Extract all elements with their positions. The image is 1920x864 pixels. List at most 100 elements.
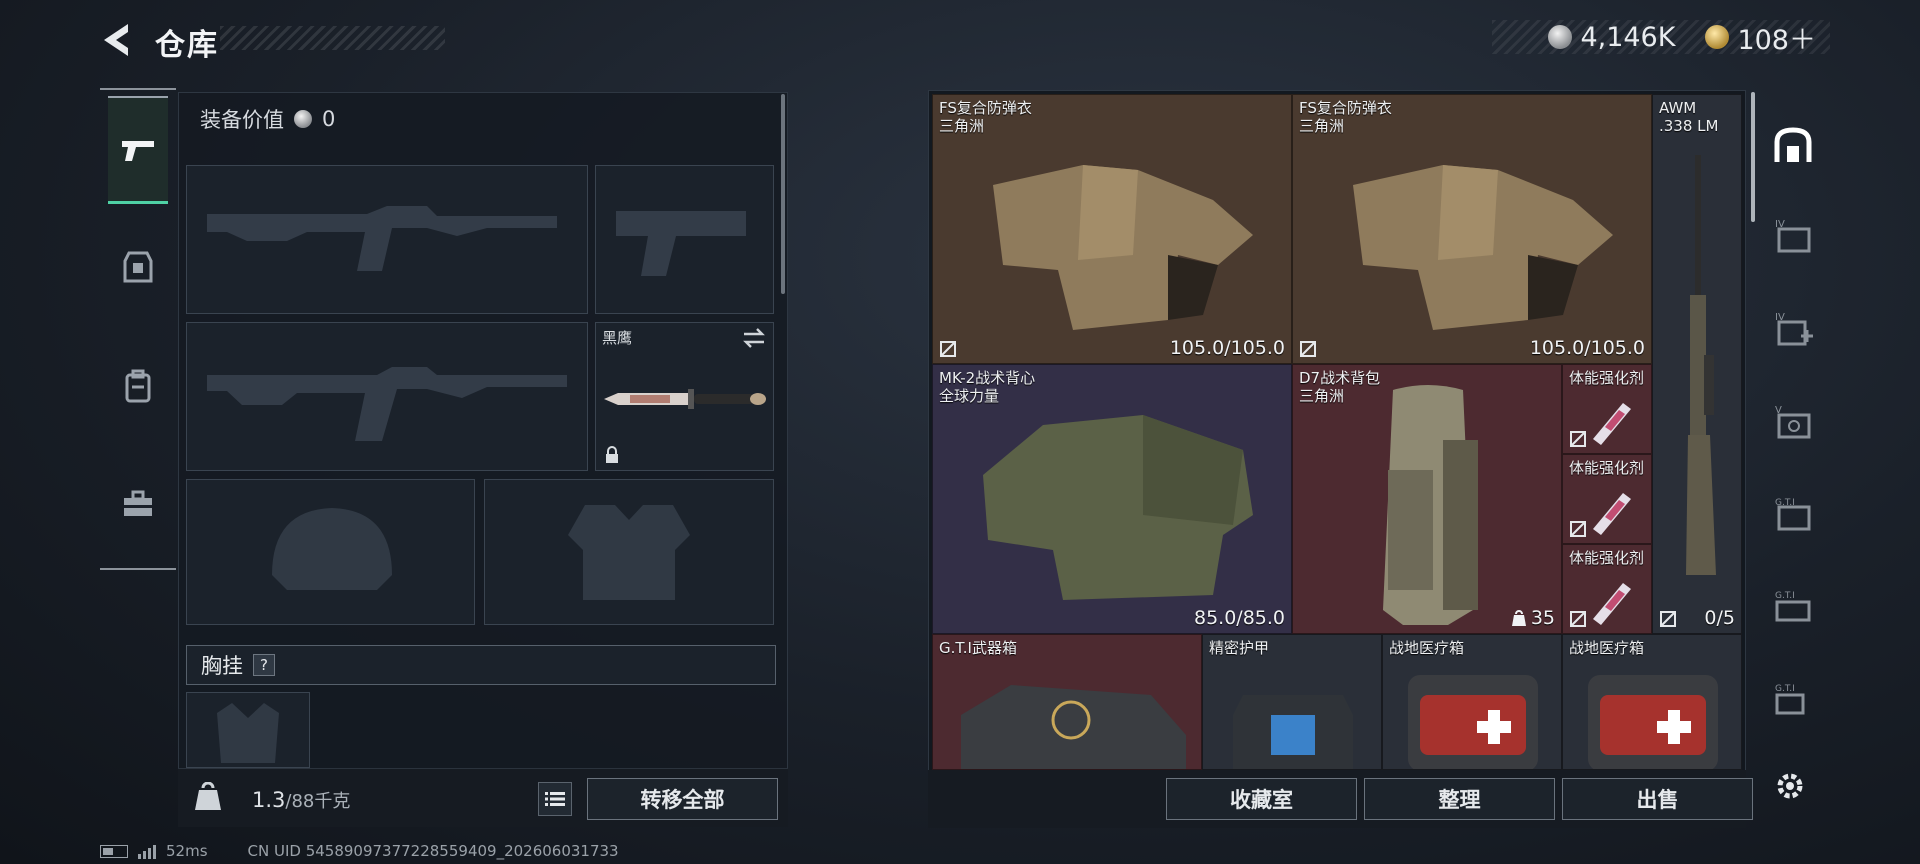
item-brand: 三角洲 xyxy=(1299,117,1345,135)
weight-icon xyxy=(1511,610,1526,626)
gti-case-icon: G.T.I xyxy=(1775,498,1811,531)
storage-scrollbar[interactable] xyxy=(1751,92,1755,222)
backpack-image xyxy=(1383,385,1478,625)
silver-currency-value: 4,146K xyxy=(1580,21,1676,53)
storage-item-armor-2[interactable]: FS复合防弹衣 三角洲 105.0/105.0 xyxy=(1292,94,1652,364)
storage-item-medkit-2[interactable]: 战地医疗箱 xyxy=(1562,634,1742,770)
body-armor-image xyxy=(993,165,1253,330)
chest-rig-header: 胸挂 ? xyxy=(186,645,776,685)
vest-placeholder-icon xyxy=(568,505,690,600)
list-icon xyxy=(545,792,565,806)
item-name: 体能强化剂 xyxy=(1569,459,1645,477)
medkit-image xyxy=(1588,675,1718,769)
item-caliber: .338 LM xyxy=(1659,117,1719,135)
back-button[interactable] xyxy=(98,20,138,60)
storage-item-stim-3[interactable]: 体能强化剂 xyxy=(1562,544,1652,634)
gti-case-icon: G.T.I xyxy=(1775,591,1811,622)
organize-button[interactable]: 整理 xyxy=(1364,778,1555,820)
page-title: 仓库 xyxy=(155,28,219,63)
storage-item-stim-1[interactable]: 体能强化剂 xyxy=(1562,364,1652,454)
storage-tab-gti-2[interactable]: G.T.I xyxy=(1760,573,1826,639)
item-durability: 105.0/105.0 xyxy=(1169,337,1285,359)
tab-backpack[interactable] xyxy=(108,332,168,440)
equipment-value: 装备价值 0 xyxy=(200,104,335,134)
settings-button[interactable] xyxy=(1766,762,1814,810)
item-name: FS复合防弹衣 xyxy=(1299,99,1392,117)
item-name: G.T.I武器箱 xyxy=(939,639,1017,657)
pistol-placeholder-icon xyxy=(616,211,746,276)
melee-slot[interactable]: 黑鹰 xyxy=(595,322,774,471)
storage-tab-gti-1[interactable]: G.T.I xyxy=(1760,480,1826,546)
weapon-case-image xyxy=(961,685,1186,769)
storage-item-precision-armor[interactable]: 精密护甲 xyxy=(1202,634,1382,770)
toolbox-icon xyxy=(124,490,152,516)
backpack-icon xyxy=(125,369,151,403)
weight-icon xyxy=(186,774,230,820)
storage-item-armor-1[interactable]: FS复合防弹衣 三角洲 105.0/105.0 xyxy=(932,94,1292,364)
list-view-button[interactable] xyxy=(538,782,572,816)
silver-coin-icon xyxy=(294,110,312,128)
no-insure-icon xyxy=(940,341,956,357)
item-name: 战地医疗箱 xyxy=(1569,639,1645,657)
knife-icon xyxy=(604,389,766,409)
storage-item-medkit-1[interactable]: 战地医疗箱 xyxy=(1382,634,1562,770)
expansion-box-icon: IV xyxy=(1775,219,1811,253)
item-brand: 全球力量 xyxy=(939,387,1000,405)
storage-tab-gti-3[interactable]: G.T.I xyxy=(1760,666,1826,732)
pistol-slot[interactable] xyxy=(595,165,774,314)
swap-icon[interactable] xyxy=(741,327,767,349)
collection-room-button[interactable]: 收藏室 xyxy=(1166,778,1357,820)
secondary-weapon-slot[interactable] xyxy=(186,322,588,471)
storage-tab-v[interactable]: V xyxy=(1760,388,1826,454)
chest-rig-slot[interactable] xyxy=(186,692,310,768)
help-button[interactable]: ? xyxy=(253,654,275,676)
equipment-value-label: 装备价值 xyxy=(200,108,284,132)
category-divider xyxy=(100,88,176,90)
storage-item-weapon-case[interactable]: G.T.I武器箱 xyxy=(932,634,1202,770)
item-ammo: 0/5 xyxy=(1704,607,1735,629)
warehouse-icon xyxy=(1774,127,1812,162)
sell-button[interactable]: 出售 xyxy=(1562,778,1753,820)
item-count: 35 xyxy=(1511,607,1555,629)
status-line: 52ms CN UID 5458909737722855940​9_202606… xyxy=(100,842,619,860)
item-durability: 85.0/85.0 xyxy=(1193,607,1285,629)
armor-case-image xyxy=(1233,695,1353,769)
no-insure-icon xyxy=(1570,521,1586,537)
item-name: 体能强化剂 xyxy=(1569,369,1645,387)
primary-weapon-slot[interactable] xyxy=(186,165,588,314)
tab-armor[interactable] xyxy=(108,214,168,322)
title-decoration xyxy=(220,26,445,50)
tab-tools[interactable] xyxy=(108,450,168,558)
body-armor-slot[interactable] xyxy=(484,479,774,625)
no-insure-icon xyxy=(1570,431,1586,447)
gear-icon xyxy=(1777,773,1803,799)
storage-item-awm[interactable]: AWM .338 LM 0/5 xyxy=(1652,94,1742,634)
storage-tab-iv-2[interactable]: IV xyxy=(1760,295,1826,361)
gold-coin-icon xyxy=(1705,25,1730,49)
item-name: FS复合防弹衣 xyxy=(939,99,1032,117)
currency-bar: 4,146K 108＋ xyxy=(1492,20,1830,56)
item-name: 精密护甲 xyxy=(1209,639,1270,657)
uid-text: CN UID 5458909737722855940​9_20260603173… xyxy=(247,842,619,860)
body-armor-image xyxy=(1353,165,1613,330)
gun-icon xyxy=(122,140,154,161)
armor-icon xyxy=(123,251,153,283)
syringe-image xyxy=(1593,403,1631,445)
medical-box-icon: IV xyxy=(1775,312,1813,346)
item-brand: 三角洲 xyxy=(1299,387,1345,405)
gold-currency-value: 108＋ xyxy=(1737,24,1816,56)
weight-icon xyxy=(195,782,221,810)
storage-item-stim-2[interactable]: 体能强化剂 xyxy=(1562,454,1652,544)
storage-tab-iv-1[interactable]: IV xyxy=(1760,202,1826,268)
storage-item-vest[interactable]: MK-2战术背心 全球力量 85.0/85.0 xyxy=(932,364,1292,634)
transfer-all-button[interactable]: 转移全部 xyxy=(587,778,778,820)
no-insure-icon xyxy=(1570,611,1586,627)
storage-item-backpack[interactable]: D7战术背包 三角洲 35 xyxy=(1292,364,1562,634)
equipment-scrollbar[interactable] xyxy=(781,94,785,294)
gti-case-icon: G.T.I xyxy=(1775,684,1805,715)
tab-weapons[interactable] xyxy=(108,96,168,204)
carry-weight-current: 1.3 xyxy=(252,788,286,812)
storage-home-button[interactable] xyxy=(1760,112,1826,178)
helmet-slot[interactable] xyxy=(186,479,475,625)
carry-weight-max: /88千克 xyxy=(285,791,351,812)
